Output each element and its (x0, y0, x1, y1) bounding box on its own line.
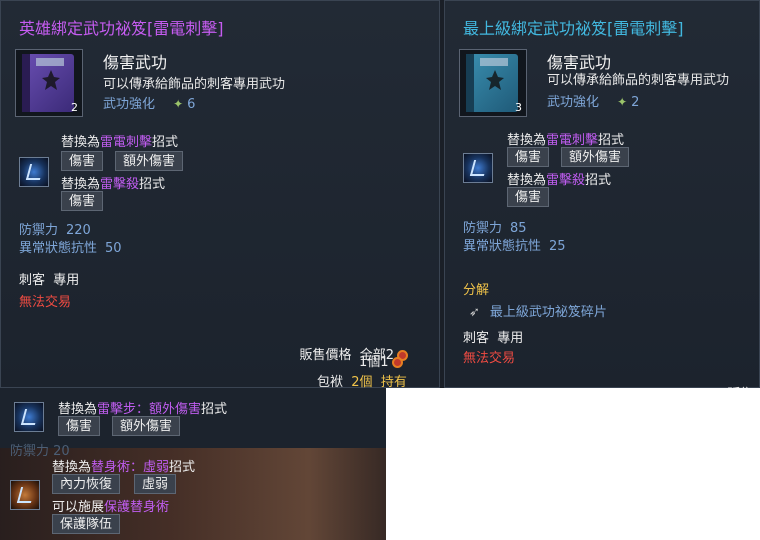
untradable-label: 無法交易 (19, 295, 72, 310)
blank-area (386, 388, 760, 540)
item-slot[interactable]: 3 (459, 49, 527, 117)
tag-weak[interactable]: 虛弱 (134, 474, 177, 494)
item-description: 可以傳承給飾品的刺客專用武功 (103, 77, 286, 92)
shard-line: ➶ 最上級武功祕笈碎片 (469, 305, 607, 320)
defense-stat: 防禦力 220 (19, 223, 91, 238)
tag-extra-damage[interactable]: 額外傷害 (115, 151, 184, 171)
lightning-skill-icon[interactable] (19, 157, 49, 187)
coin-icon (391, 357, 403, 368)
tooltip-bottom: 防禦力 20 替換為雷擊步：額外傷害招式 傷害 額外傷害 替換為替身術：虛弱招式… (0, 388, 386, 540)
decompose-label: 分解 (463, 283, 490, 298)
spark-icon: ✦ (173, 97, 184, 111)
skill-replace-line: 替換為雷電刺擊招式 (61, 135, 179, 150)
skill-replace-line: 替換為雷擊殺招式 (61, 177, 166, 192)
book-spine (22, 54, 30, 112)
lightning-skill-icon[interactable] (463, 153, 493, 183)
tag-mp-recover[interactable]: 內力恢復 (52, 474, 121, 494)
item-title: 英雄綁定武功祕笈[雷電刺擊] (19, 19, 224, 38)
untradable-label: 無法交易 (463, 351, 516, 366)
tag-extra-damage[interactable]: 額外傷害 (112, 416, 181, 436)
tag-damage[interactable]: 傷害 (61, 191, 104, 211)
stack-count: 3 (515, 101, 522, 114)
lightning-skill-icon[interactable] (14, 402, 44, 432)
tag-damage[interactable]: 傷害 (58, 416, 101, 436)
tooltip-right: 最上級綁定武功祕笈[雷電刺擊] 3 傷害武功 可以傳承給飾品的刺客專用武功 武功… (444, 0, 760, 402)
tag-protect-party[interactable]: 保護隊伍 (52, 514, 121, 534)
item-description: 可以傳承給飾品的刺客專用武功 (547, 73, 730, 88)
spark-icon: ✦ (617, 95, 628, 109)
skill-cast-line: 可以施展保護替身術 (52, 500, 170, 515)
stack-count: 2 (71, 101, 78, 114)
resistance-stat: 異常狀態抗性 25 (463, 239, 566, 254)
enhance-line: 武功強化 ✦ 6 (103, 93, 195, 112)
tag-damage[interactable]: 傷害 (61, 151, 104, 171)
emblem-icon (486, 70, 504, 90)
class-requirement: 刺客 專用 (19, 273, 80, 288)
skill-replace-line: 替換為雷擊步：額外傷害招式 (58, 402, 228, 417)
substitute-skill-icon[interactable] (10, 480, 40, 510)
enhance-line: 武功強化 ✦ 2 (547, 95, 640, 110)
feather-icon: ➶ (469, 305, 480, 320)
resistance-stat: 異常狀態抗性 50 (19, 241, 122, 256)
tag-damage[interactable]: 傷害 (507, 187, 550, 207)
skill-replace-line: 替換為雷擊殺招式 (507, 173, 612, 188)
defense-stat: 防禦力 85 (463, 221, 527, 236)
enhance-value: 6 (187, 97, 196, 112)
skill-replace-line: 替換為雷電刺擊招式 (507, 133, 625, 148)
class-requirement: 刺客 專用 (463, 331, 524, 346)
book-spine (466, 54, 474, 112)
item-type: 傷害武功 (103, 53, 168, 72)
book-label (36, 58, 64, 66)
tag-damage[interactable]: 傷害 (507, 147, 550, 167)
tag-extra-damage[interactable]: 額外傷害 (561, 147, 630, 167)
item-title: 最上級綁定武功祕笈[雷電刺擊] (463, 19, 684, 38)
emblem-icon (42, 70, 60, 90)
unit-price: 1個1 (359, 351, 403, 370)
tooltip-left: 英雄綁定武功祕笈[雷電刺擊] 2 傷害武功 可以傳承給飾品的刺客專用武功 武功強… (0, 0, 440, 390)
skill-replace-line: 替換為替身術：虛弱招式 (52, 460, 196, 475)
book-label (480, 58, 508, 66)
item-slot[interactable]: 2 (15, 49, 83, 117)
enhance-label: 武功強化 (103, 97, 156, 112)
